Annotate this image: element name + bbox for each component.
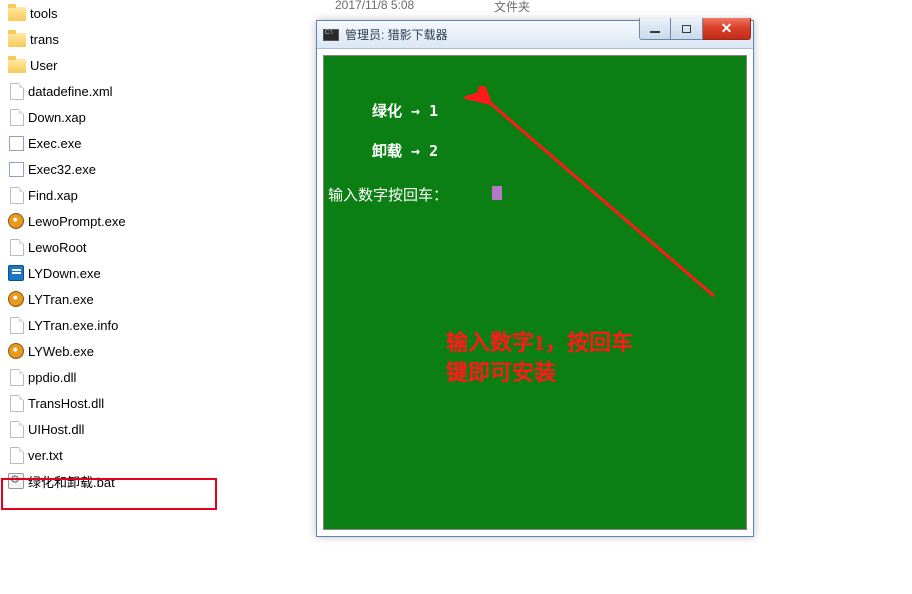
- file-name-label: TransHost.dll: [28, 396, 104, 411]
- file-item[interactable]: Down.xap: [8, 104, 126, 130]
- file-name-label: LYDown.exe: [28, 266, 101, 281]
- exe-disc-icon: [8, 291, 24, 307]
- file-item[interactable]: User: [8, 52, 126, 78]
- file-name-label: User: [30, 58, 57, 73]
- file-icon: [10, 317, 24, 334]
- folder-icon: [8, 59, 26, 73]
- exe-disc-icon: [8, 343, 24, 359]
- file-icon: [10, 239, 24, 256]
- annotation-arrow: [464, 86, 764, 346]
- file-item[interactable]: ppdio.dll: [8, 364, 126, 390]
- console-cursor: [492, 186, 502, 200]
- file-item[interactable]: Exec32.exe: [8, 156, 126, 182]
- file-icon: [10, 109, 24, 126]
- cmd-icon: [323, 29, 339, 41]
- file-icon: [10, 369, 24, 386]
- file-item[interactable]: LewoPrompt.exe: [8, 208, 126, 234]
- file-name-label: LewoPrompt.exe: [28, 214, 126, 229]
- minimize-button[interactable]: [639, 18, 671, 40]
- close-button[interactable]: ✕: [703, 18, 751, 40]
- file-name-label: Exec32.exe: [28, 162, 96, 177]
- file-icon: [10, 421, 24, 438]
- console-body[interactable]: 绿化 → 1 卸载 → 2 输入数字按回车： 输入数字1，按回车 键即可安装: [323, 55, 747, 530]
- file-item[interactable]: trans: [8, 26, 126, 52]
- file-icon: [10, 187, 24, 204]
- file-icon: [10, 395, 24, 412]
- file-name-label: Exec.exe: [28, 136, 81, 151]
- maximize-button[interactable]: [671, 18, 703, 40]
- console-window: 管理员: 猎影下载器 ✕ 绿化 → 1 卸载 → 2 输入数字按回车： 输入数字…: [316, 20, 754, 537]
- window-titlebar[interactable]: 管理员: 猎影下载器 ✕: [317, 21, 753, 49]
- file-icon: [10, 447, 24, 464]
- column-type: 文件夹: [494, 0, 530, 15]
- file-item[interactable]: datadefine.xml: [8, 78, 126, 104]
- file-name-label: UIHost.dll: [28, 422, 84, 437]
- file-name-label: ver.txt: [28, 448, 63, 463]
- file-name-label: datadefine.xml: [28, 84, 113, 99]
- file-item[interactable]: LYDown.exe: [8, 260, 126, 286]
- annotation-text-1: 输入数字1，按回车: [446, 328, 633, 358]
- console-line-1: 绿化 → 1: [372, 100, 438, 121]
- bat-icon: [8, 473, 24, 489]
- annotation-text-2: 键即可安装: [446, 358, 556, 388]
- exe-blue-icon: [8, 265, 24, 281]
- file-name-label: LewoRoot: [28, 240, 87, 255]
- console-prompt: 输入数字按回车：: [328, 184, 448, 205]
- file-name-label: 绿化和卸载.bat: [28, 472, 115, 491]
- file-item[interactable]: LYWeb.exe: [8, 338, 126, 364]
- file-item[interactable]: LewoRoot: [8, 234, 126, 260]
- file-item[interactable]: LYTran.exe: [8, 286, 126, 312]
- file-name-label: ppdio.dll: [28, 370, 76, 385]
- exe-disc-icon: [8, 213, 24, 229]
- file-item[interactable]: Find.xap: [8, 182, 126, 208]
- file-item[interactable]: UIHost.dll: [8, 416, 126, 442]
- file-item[interactable]: ver.txt: [8, 442, 126, 468]
- exe-blank-icon: [9, 162, 24, 177]
- file-name-label: trans: [30, 32, 59, 47]
- file-item[interactable]: TransHost.dll: [8, 390, 126, 416]
- folder-icon: [8, 33, 26, 47]
- column-date: 2017/11/8 5:08: [335, 0, 414, 12]
- file-list: tools trans User datadefine.xml Down.xap Exec…: [8, 0, 126, 494]
- exe-blank-icon: [9, 136, 24, 151]
- file-item[interactable]: Exec.exe: [8, 130, 126, 156]
- file-name-label: Down.xap: [28, 110, 86, 125]
- file-name-label: tools: [30, 6, 57, 21]
- file-item[interactable]: LYTran.exe.info: [8, 312, 126, 338]
- file-name-label: LYTran.exe.info: [28, 318, 118, 333]
- window-title-text: 管理员: 猎影下载器: [345, 26, 448, 43]
- file-name-label: LYTran.exe: [28, 292, 94, 307]
- folder-icon: [8, 7, 26, 21]
- console-line-2: 卸载 → 2: [372, 140, 438, 161]
- file-item[interactable]: tools: [8, 0, 126, 26]
- file-icon: [10, 83, 24, 100]
- file-item[interactable]: 绿化和卸载.bat: [8, 468, 126, 494]
- file-name-label: LYWeb.exe: [28, 344, 94, 359]
- file-name-label: Find.xap: [28, 188, 78, 203]
